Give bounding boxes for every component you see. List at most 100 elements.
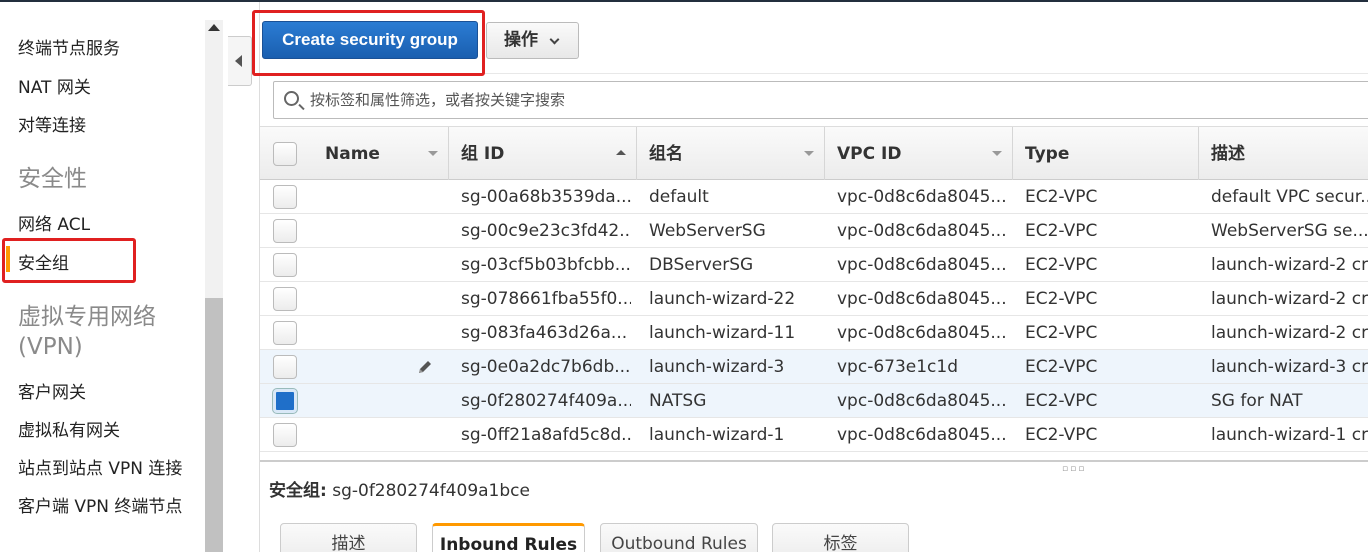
cell-description: WebServerSG se...: [1211, 221, 1368, 241]
actions-label: 操作: [504, 30, 538, 50]
cell-type: EC2-VPC: [1025, 221, 1098, 241]
resize-grip-icon[interactable]: ▫▫▫: [1062, 464, 1086, 474]
tab-outbound-rules[interactable]: Outbound Rules: [600, 523, 758, 552]
cell-description: default VPC secur...: [1211, 187, 1368, 207]
cell-group-name: launch-wizard-11: [649, 323, 796, 343]
cell-vpc-id: vpc-0d8c6da8045...: [837, 391, 1007, 411]
detail-value: sg-0f280274f409a1bce: [332, 481, 530, 501]
cell-group-name: NATSG: [649, 391, 707, 411]
cell-name: [325, 180, 445, 214]
cell-group-name: WebServerSG: [649, 221, 766, 241]
row-checkbox[interactable]: [273, 185, 297, 209]
sidebar-item-network-acls[interactable]: 网络 ACL: [18, 210, 90, 235]
cell-type: EC2-VPC: [1025, 357, 1098, 377]
column-header-description[interactable]: 描述: [1199, 127, 1368, 181]
cell-group-name: launch-wizard-3: [649, 357, 785, 377]
table-row[interactable]: sg-0f280274f409a... NATSG vpc-0d8c6da8045.…: [260, 384, 1368, 418]
panel-splitter[interactable]: [260, 460, 1368, 462]
cell-name: [325, 282, 445, 316]
cell-vpc-id: vpc-0d8c6da8045...: [837, 289, 1007, 309]
column-header-vpc-id[interactable]: VPC ID: [825, 127, 1013, 181]
table-row[interactable]: sg-00c9e23c3fd42... WebServerSG vpc-0d8c6d…: [260, 214, 1368, 248]
cell-type: EC2-VPC: [1025, 289, 1098, 309]
cell-type: EC2-VPC: [1025, 391, 1098, 411]
sidebar-item-endpoint-services[interactable]: 终端节点服务: [18, 34, 120, 59]
table-row[interactable]: sg-00a68b3539da... default vpc-0d8c6da8045…: [260, 180, 1368, 214]
actions-dropdown-button[interactable]: 操作: [486, 22, 579, 59]
column-header-type[interactable]: Type: [1013, 127, 1199, 181]
sort-icon: [992, 151, 1002, 156]
search-input[interactable]: [310, 88, 1310, 112]
cell-type: EC2-VPC: [1025, 187, 1098, 207]
sidebar-scrollbar-thumb[interactable]: [205, 298, 223, 552]
cell-group-id: sg-0e0a2dc7b6db...: [461, 357, 631, 377]
column-header-name[interactable]: Name: [313, 127, 449, 181]
cell-group-id: sg-00a68b3539da...: [461, 187, 631, 207]
chevron-down-icon: [549, 34, 560, 45]
cell-vpc-id: vpc-0d8c6da8045...: [837, 221, 1007, 241]
edit-pencil-icon[interactable]: [416, 358, 434, 376]
cell-vpc-id: vpc-673e1c1d: [837, 357, 959, 377]
highlight-box-security-groups: [2, 238, 136, 283]
column-header-group-id[interactable]: 组 ID: [449, 127, 637, 181]
cell-description: launch-wizard-2 cr...: [1211, 255, 1368, 275]
table-row[interactable]: sg-083fa463d26a... launch-wizard-11 vpc-0d…: [260, 316, 1368, 350]
row-checkbox[interactable]: [273, 219, 297, 243]
cell-name: [325, 418, 445, 452]
column-label: VPC ID: [837, 144, 902, 164]
cell-group-id: sg-00c9e23c3fd42...: [461, 221, 631, 241]
filter-search-box[interactable]: [273, 81, 1368, 119]
sidebar-item-client-vpn-endpoints[interactable]: 客户端 VPN 终端节点: [18, 492, 182, 517]
sidebar-nav: 终端节点服务 NAT 网关 对等连接 安全性 网络 ACL 安全组 虚拟专用网络…: [0, 2, 205, 552]
row-checkbox[interactable]: [273, 389, 297, 413]
column-header-group-name[interactable]: 组名: [637, 127, 825, 181]
sort-icon: [804, 151, 814, 156]
chevron-left-icon: [235, 55, 242, 67]
cell-group-id: sg-0ff21a8afd5c8d...: [461, 425, 631, 445]
sidebar-item-peering-connections[interactable]: 对等连接: [18, 111, 86, 136]
cell-name: [325, 384, 445, 418]
sidebar-section-security: 安全性: [18, 166, 87, 192]
sidebar-item-virtual-private-gateways[interactable]: 虚拟私有网关: [18, 416, 120, 441]
cell-group-id: sg-0f280274f409a...: [461, 391, 631, 411]
cell-name: [325, 214, 445, 248]
table-row[interactable]: sg-0ff21a8afd5c8d... launch-wizard-1 vpc-0…: [260, 418, 1368, 452]
select-all-checkbox[interactable]: [273, 142, 297, 166]
row-checkbox[interactable]: [273, 321, 297, 345]
sidebar-item-nat-gateways[interactable]: NAT 网关: [18, 73, 91, 98]
search-icon: [284, 91, 299, 106]
cell-description: launch-wizard-3 cr...: [1211, 357, 1368, 377]
row-checkbox[interactable]: [273, 355, 297, 379]
sidebar-item-customer-gateways[interactable]: 客户网关: [18, 378, 86, 403]
table-header: Name 组 ID 组名 VPC ID Type 描述: [260, 126, 1368, 181]
row-checkbox[interactable]: [273, 423, 297, 447]
cell-description: launch-wizard-2 cr...: [1211, 323, 1368, 343]
column-label: Type: [1025, 144, 1070, 164]
cell-description: launch-wizard-1 cr...: [1211, 425, 1368, 445]
cell-type: EC2-VPC: [1025, 425, 1098, 445]
toolbar: Create security group 操作: [252, 2, 1368, 76]
row-checkbox[interactable]: [273, 287, 297, 311]
scroll-up-arrow-icon[interactable]: [208, 24, 220, 31]
table-row[interactable]: sg-0e0a2dc7b6db... launch-wizard-3 vpc-673…: [260, 350, 1368, 384]
cell-group-name: launch-wizard-22: [649, 289, 796, 309]
tab-inbound-rules[interactable]: Inbound Rules: [432, 523, 585, 552]
tab-description[interactable]: 描述: [280, 523, 417, 552]
cell-vpc-id: vpc-0d8c6da8045...: [837, 187, 1007, 207]
sort-icon: [428, 151, 438, 156]
row-checkbox[interactable]: [273, 253, 297, 277]
column-label: 组名: [649, 144, 683, 164]
cell-vpc-id: vpc-0d8c6da8045...: [837, 425, 1007, 445]
collapse-sidebar-button[interactable]: [228, 36, 252, 86]
highlight-box-create-button: [252, 10, 485, 76]
cell-type: EC2-VPC: [1025, 323, 1098, 343]
cell-type: EC2-VPC: [1025, 255, 1098, 275]
sidebar-item-site-to-site-vpn[interactable]: 站点到站点 VPN 连接: [18, 454, 182, 479]
cell-name: [325, 316, 445, 350]
table-row[interactable]: sg-078661fba55f0... launch-wizard-22 vpc-0…: [260, 282, 1368, 316]
column-label: Name: [325, 144, 380, 164]
table-row[interactable]: sg-03cf5b03bfcbb... DBServerSG vpc-0d8c6da…: [260, 248, 1368, 282]
cell-description: launch-wizard-2 cr...: [1211, 289, 1368, 309]
tab-tags[interactable]: 标签: [772, 523, 909, 552]
cell-vpc-id: vpc-0d8c6da8045...: [837, 255, 1007, 275]
